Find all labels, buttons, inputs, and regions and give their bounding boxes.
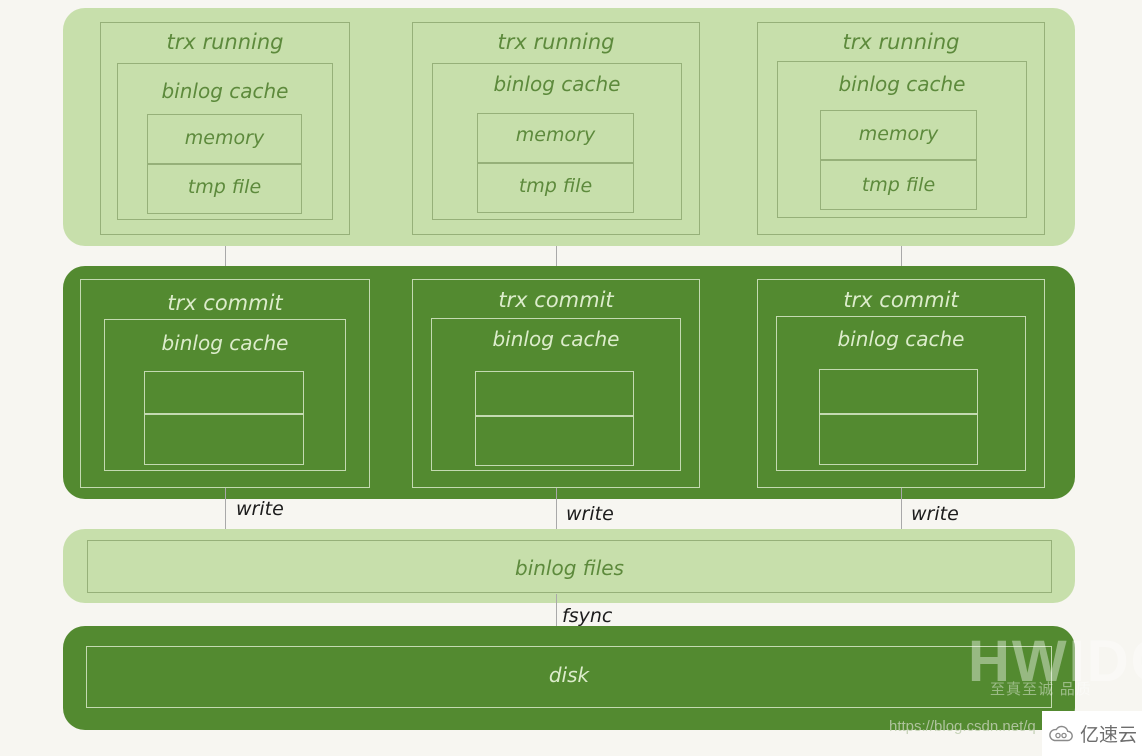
tmp-file-box-1 — [147, 164, 302, 214]
commit-slot-box-1a — [144, 371, 304, 414]
write-label-2: write — [566, 503, 614, 525]
commit-slot-box-2b — [475, 416, 634, 466]
watermark-badge-text: 亿速云 — [1080, 724, 1138, 746]
commit-slot-box-3b — [819, 414, 978, 465]
memory-box-3 — [820, 110, 977, 160]
disk-box — [86, 646, 1052, 708]
commit-slot-box-1b — [144, 414, 304, 465]
binlog-files-box — [87, 540, 1052, 593]
commit-slot-box-3a — [819, 369, 978, 414]
tmp-file-box-3 — [820, 160, 977, 210]
memory-box-1 — [147, 114, 302, 164]
cloud-icon — [1048, 725, 1074, 743]
memory-box-2 — [477, 113, 634, 163]
write-label-1: write — [236, 498, 284, 520]
commit-slot-box-2a — [475, 371, 634, 416]
diagram-canvas: trx running binlog cache memory tmp file… — [0, 0, 1142, 756]
tmp-file-box-2 — [477, 163, 634, 213]
write-label-3: write — [911, 503, 959, 525]
watermark-badge: 亿速云 — [1042, 711, 1142, 756]
fsync-label: fsync — [562, 605, 613, 627]
